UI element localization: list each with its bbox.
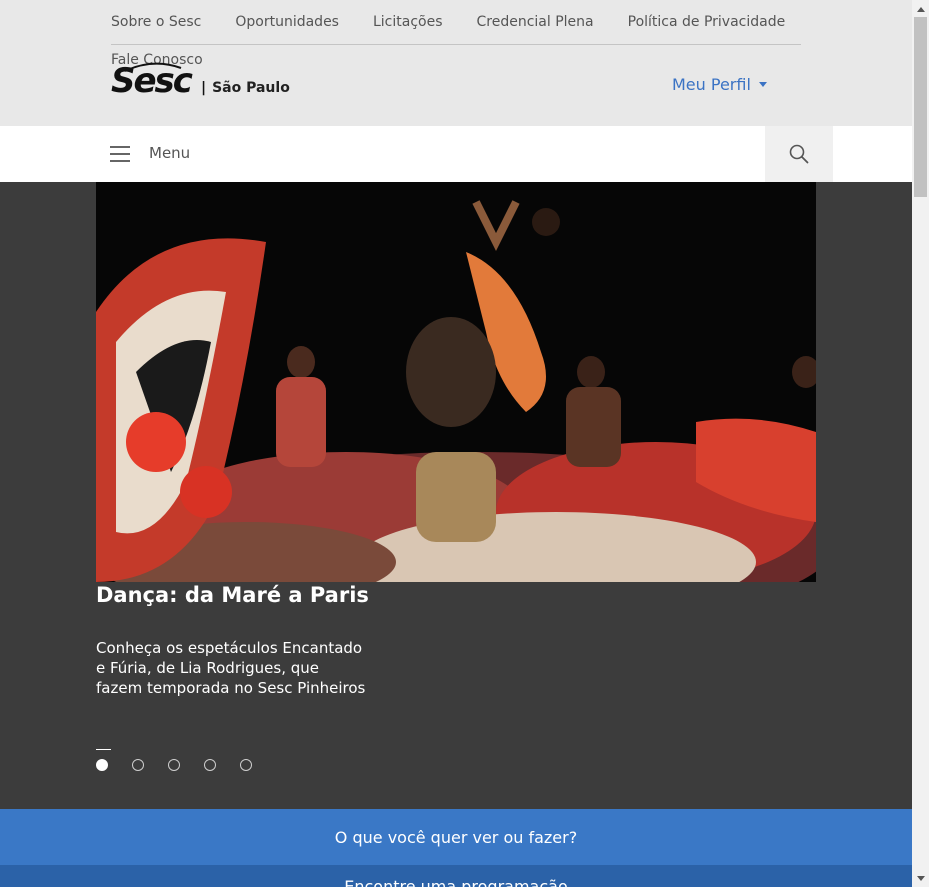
hero-image[interactable] [96, 182, 816, 582]
logo-city: São Paulo [212, 80, 290, 96]
logo-swoosh-icon [124, 62, 182, 72]
find-program-cta[interactable]: Encontre uma programação [0, 865, 912, 887]
top-link-oportunidades[interactable]: Oportunidades [235, 14, 339, 30]
carousel-indicators [96, 759, 276, 771]
carousel-dot-1[interactable] [96, 759, 108, 771]
hero-title[interactable]: Dança: da Maré a Paris [96, 583, 369, 607]
carousel-dot-3[interactable] [168, 759, 180, 771]
top-link-privacidade[interactable]: Política de Privacidade [628, 14, 786, 30]
menu-label[interactable]: Menu [149, 144, 190, 162]
top-link-credencial[interactable]: Credencial Plena [477, 14, 594, 30]
scroll-up-arrow-icon[interactable] [912, 0, 929, 17]
top-link-sobre[interactable]: Sobre o Sesc [111, 14, 201, 30]
logo-separator: | [200, 80, 207, 96]
top-link-licitacoes[interactable]: Licitações [373, 14, 443, 30]
carousel-dot-5[interactable] [240, 759, 252, 771]
search-icon [789, 144, 809, 164]
scrollbar-thumb[interactable] [914, 17, 927, 197]
scroll-down-arrow-icon[interactable] [912, 870, 929, 887]
top-divider [111, 44, 801, 45]
search-button[interactable] [765, 126, 833, 182]
what-to-do-cta[interactable]: O que você quer ver ou fazer? [0, 809, 912, 865]
hero-description: Conheça os espetáculos Encantado e Fúria… [96, 639, 366, 697]
profile-dropdown[interactable]: Meu Perfil [672, 75, 767, 94]
hero-photo [96, 182, 816, 582]
vertical-scrollbar[interactable] [912, 0, 929, 887]
slider-progress-line [96, 749, 111, 750]
sesc-logo[interactable]: Sesc | São Paulo [111, 62, 290, 98]
caret-down-icon [758, 82, 767, 87]
carousel-dot-4[interactable] [204, 759, 216, 771]
hamburger-icon[interactable] [110, 146, 130, 162]
carousel-dot-2[interactable] [132, 759, 144, 771]
profile-label: Meu Perfil [672, 75, 751, 94]
top-links: Sobre o Sesc Oportunidades Licitações Cr… [111, 14, 819, 30]
